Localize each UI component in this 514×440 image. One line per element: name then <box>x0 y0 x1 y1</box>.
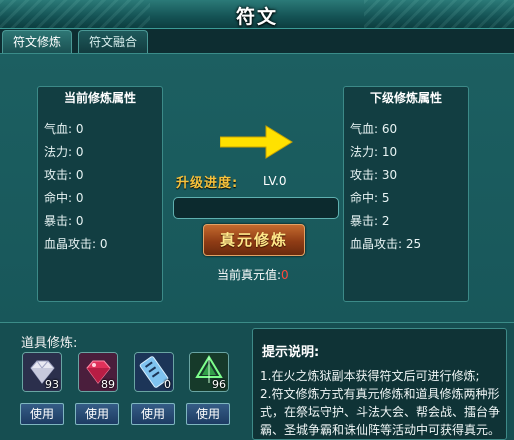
next-attributes-header: 下级修炼属性 <box>369 91 442 105</box>
hint-line: 霸、圣城争霸和诛仙阵等活动中可获得真元。 <box>260 423 501 437</box>
current-attributes-panel: 当前修炼属性 气血: 0 法力: 0 攻击: 0 命中: 0 暴击: 0 血晶攻… <box>37 86 163 302</box>
item-cultivation-label: 道具修炼: <box>21 336 78 351</box>
current-stat-blood-crystal-attack: 血晶攻击: 0 <box>44 237 108 251</box>
hint-title: 提示说明: <box>262 345 320 360</box>
item-slot-white-gem[interactable]: 93 <box>22 352 62 392</box>
cultivation-area: 当前修炼属性 气血: 0 法力: 0 攻击: 0 命中: 0 暴击: 0 血晶攻… <box>0 54 514 323</box>
hint-line: 式，在祭坛守护、斗法大会、帮会战、擂台争 <box>260 405 501 419</box>
next-attributes-panel: 下级修炼属性 气血: 60 法力: 10 攻击: 30 命中: 5 暴击: 2 … <box>343 86 469 302</box>
tab-bar: 符文修炼 符文融合 <box>0 29 514 54</box>
current-stat-attack: 攻击: 0 <box>44 168 84 182</box>
white-gem-count: 93 <box>45 378 59 391</box>
upgrade-progress-label: 升级进度: <box>176 176 239 191</box>
current-stat-crit: 暴击: 0 <box>44 214 84 228</box>
current-attributes-header: 当前修炼属性 <box>63 91 136 105</box>
use-green-crystal-button[interactable]: 使用 <box>186 403 230 425</box>
current-stat-hp: 气血: 0 <box>44 122 84 136</box>
upgrade-progress-bar <box>173 197 339 219</box>
next-stat-blood-crystal-attack: 血晶攻击: 25 <box>350 237 422 251</box>
tab-rune-cultivation[interactable]: 符文修炼 <box>2 30 73 53</box>
item-slot-blue-talisman[interactable]: 0 <box>134 352 174 392</box>
next-stat-attack: 攻击: 30 <box>350 168 398 182</box>
upgrade-level: LV.0 <box>263 174 287 188</box>
use-red-gem-button[interactable]: 使用 <box>75 403 119 425</box>
red-gem-count: 89 <box>101 378 115 391</box>
tab-rune-fusion[interactable]: 符文融合 <box>78 30 149 53</box>
hint-panel: 提示说明: 1.在火之炼狱副本获得符文后可进行修炼; 2.符文修炼方式有真元修炼… <box>252 328 507 440</box>
item-slot-red-gem[interactable]: 89 <box>78 352 118 392</box>
next-stat-mana: 法力: 10 <box>350 145 398 159</box>
window-title: 符文 <box>235 6 278 28</box>
current-stat-hit: 命中: 0 <box>44 191 84 205</box>
use-blue-talisman-button[interactable]: 使用 <box>131 403 175 425</box>
next-stat-crit: 暴击: 2 <box>350 214 390 228</box>
hint-text: 1.在火之炼狱副本获得符文后可进行修炼; 2.符文修炼方式有真元修炼和道具修炼两… <box>260 367 504 439</box>
use-white-gem-button[interactable]: 使用 <box>20 403 64 425</box>
item-slot-green-crystal[interactable]: 96 <box>189 352 229 392</box>
current-zhenyuan: 当前真元值:0 <box>217 268 289 282</box>
title-bar: 符文 <box>0 0 514 29</box>
hint-line: 2.符文修炼方式有真元修炼和道具修炼两种形 <box>260 387 500 401</box>
green-crystal-count: 96 <box>212 378 226 391</box>
right-arrow-icon <box>220 125 293 159</box>
lower-section: 道具修炼: 93 89 0 96 使用 使用 使用 使用 提示说明: 1.在火之… <box>0 323 514 440</box>
hint-line: 1.在火之炼狱副本获得符文后可进行修炼; <box>260 369 480 383</box>
next-stat-hit: 命中: 5 <box>350 191 390 205</box>
current-stat-mana: 法力: 0 <box>44 145 84 159</box>
next-stat-hp: 气血: 60 <box>350 122 398 136</box>
current-zhenyuan-value: 0 <box>281 268 289 282</box>
zhenyuan-cultivate-button[interactable]: 真元修炼 <box>203 224 305 256</box>
blue-talisman-count: 0 <box>164 378 171 391</box>
